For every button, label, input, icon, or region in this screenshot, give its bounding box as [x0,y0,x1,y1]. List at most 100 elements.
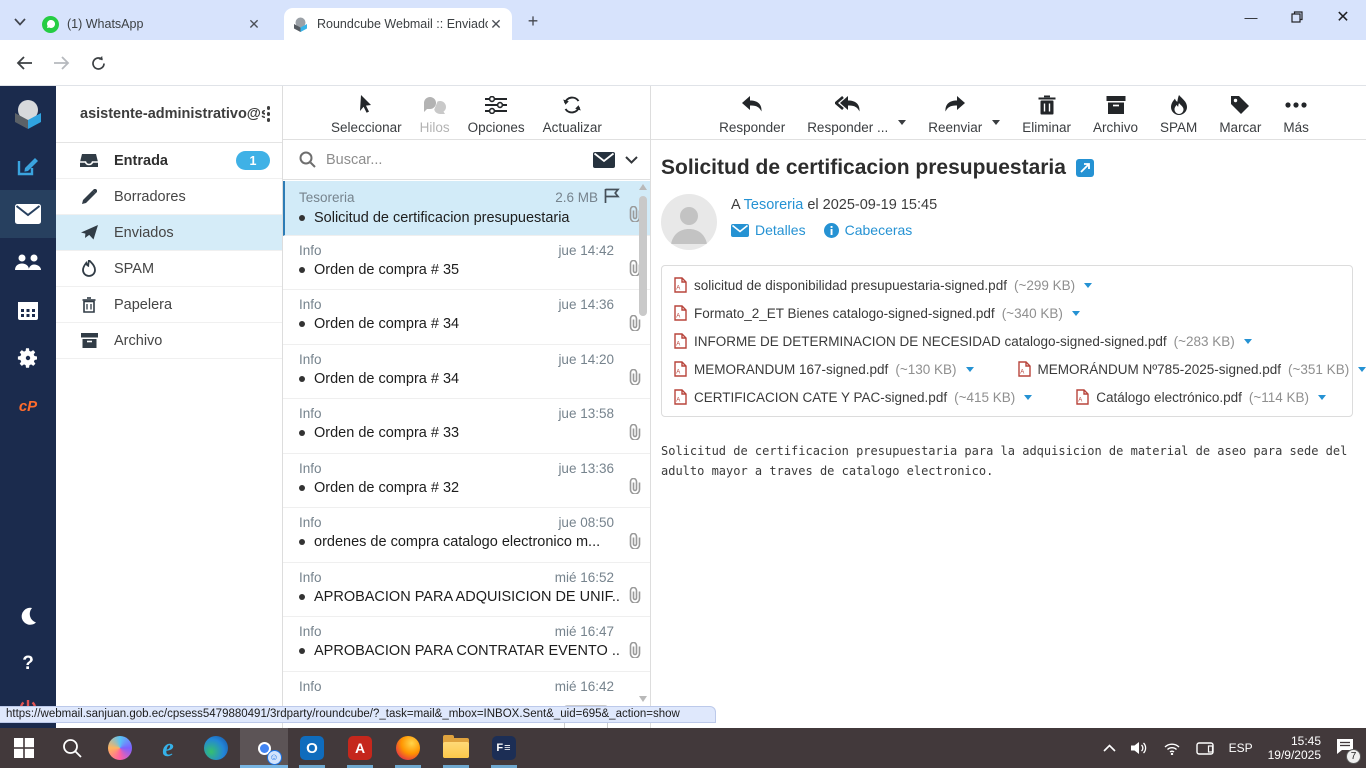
tab-close-icon[interactable]: ✕ [246,16,262,32]
attachment-menu-icon[interactable] [1243,338,1252,344]
attachment-item[interactable]: A Catálogo electrónico.pdf (~114 KB) [1076,389,1327,405]
list-item[interactable]: Tesoreria 2.6 MB Solicitud de certificaci… [283,181,650,236]
attachment-menu-icon[interactable] [1071,310,1080,316]
list-item[interactable]: Info jue 14:20 Orden de compra # 34 [283,345,650,399]
list-item[interactable]: Info jue 13:36 Orden de compra # 32 [283,454,650,508]
folder-enviados[interactable]: Enviados [56,215,282,251]
taskbar-outlook[interactable]: O [288,728,336,768]
archive-button[interactable]: Archivo [1093,92,1138,135]
attachment-item[interactable]: A INFORME DE DETERMINACION DE NECESIDAD c… [674,333,1252,349]
mark-button[interactable]: Marcar [1219,92,1261,135]
scroll-down-icon[interactable] [639,696,647,702]
folder-archivo[interactable]: Archivo [56,323,282,359]
reply-all-button[interactable]: Responder ... [807,92,888,135]
reply-all-dropdown-icon[interactable] [898,120,907,125]
refresh-button[interactable]: Actualizar [543,92,602,135]
recipient-link[interactable]: Tesoreria [744,197,804,213]
message-meta: 2.6 MB [555,189,598,205]
volume-icon[interactable] [1130,741,1148,755]
open-in-new-window-icon[interactable] [1075,159,1094,177]
window-minimize-button[interactable]: — [1228,0,1274,34]
taskbar-clock[interactable]: 15:45 19/9/2025 [1268,734,1321,762]
list-scrollbar[interactable] [637,182,649,704]
attachment-item[interactable]: A MEMORÁNDUM Nº785-2025-signed.pdf (~351 K… [1017,361,1366,377]
reply-button[interactable]: Responder [719,92,785,135]
list-item[interactable]: Info jue 14:42 Orden de compra # 35 [283,236,650,290]
threads-button[interactable]: Hilos [420,92,450,135]
forward-dropdown-icon[interactable] [992,120,1001,125]
taskbar-edge[interactable] [192,728,240,768]
taskbar-fs-app[interactable]: F≡ [480,728,528,768]
folder-papelera[interactable]: Papelera [56,287,282,323]
cpanel-button[interactable]: cP [0,382,56,430]
dark-mode-button[interactable] [0,592,56,640]
roundcube-logo[interactable] [0,86,56,142]
attachment-item[interactable]: A CERTIFICACION CATE Y PAC-signed.pdf (~41… [674,389,1033,405]
tray-expand-icon[interactable] [1103,744,1116,752]
tab-close-icon[interactable]: ✕ [488,16,504,32]
list-item[interactable]: Info jue 13:58 Orden de compra # 33 [283,399,650,454]
folder-menu-icon[interactable] [265,104,273,124]
delete-button[interactable]: Eliminar [1022,92,1071,135]
taskbar-search-button[interactable] [48,728,96,768]
forward-button[interactable]: Reenviar [928,92,982,135]
list-item[interactable]: Info mié 16:47 APROBACION PARA CONTRATAR … [283,617,650,672]
flag-icon[interactable] [604,188,620,206]
attachment-menu-icon[interactable] [965,366,974,372]
wifi-icon[interactable] [1163,742,1181,755]
compose-button[interactable] [0,142,56,190]
settings-nav-button[interactable] [0,334,56,382]
new-tab-button[interactable]: + [522,10,544,32]
window-close-button[interactable]: ✕ [1320,0,1366,34]
more-button[interactable]: Más [1283,92,1309,135]
start-button[interactable] [0,728,48,768]
search-options-chevron-icon[interactable] [625,155,638,164]
options-button[interactable]: Opciones [468,92,525,135]
delete-label: Eliminar [1022,120,1072,135]
list-item[interactable]: Info mié 16:42 [283,672,650,707]
attachment-item[interactable]: A MEMORANDUM 167-signed.pdf (~130 KB) [674,361,974,377]
tab-roundcube[interactable]: Roundcube Webmail :: Enviado ✕ [284,8,512,40]
headers-toggle[interactable]: Cabeceras [823,222,912,238]
attachment-menu-icon[interactable] [1084,282,1093,288]
search-scope-mail-icon[interactable] [593,151,615,168]
calendar-nav-button[interactable] [0,286,56,334]
folder-spam[interactable]: SPAM [56,251,282,287]
tab-title: Roundcube Webmail :: Enviado [317,17,488,31]
help-button[interactable]: ? [0,640,56,688]
back-button[interactable] [12,51,36,75]
select-button[interactable]: Seleccionar [331,92,402,135]
taskbar-file-explorer[interactable] [432,728,480,768]
attachment-menu-icon[interactable] [1024,394,1033,400]
window-restore-button[interactable] [1274,0,1320,34]
tab-whatsapp[interactable]: (1) WhatsApp ✕ [34,8,270,40]
taskbar-copilot[interactable] [96,728,144,768]
language-indicator[interactable]: ESP [1229,741,1253,755]
attachment-menu-icon[interactable] [1358,366,1366,372]
spam-button[interactable]: SPAM [1160,92,1197,135]
folder-borradores[interactable]: Borradores [56,179,282,215]
search-input[interactable] [326,151,583,168]
attachment-item[interactable]: Asolicitud de disponibilidad presupuesta… [674,277,1093,293]
notification-center-button[interactable]: 7 [1336,738,1361,764]
attachment-item[interactable]: A Formato_2_ET Bienes catalogo-signed-sig… [674,305,1080,321]
scroll-up-icon[interactable] [639,184,647,190]
contacts-nav-button[interactable] [0,238,56,286]
taskbar-firefox[interactable] [384,728,432,768]
taskbar-chrome[interactable]: ☺ [240,728,288,768]
list-item[interactable]: Info jue 08:50 ordenes de compra catalogo… [283,508,650,563]
list-item[interactable]: Info mié 16:52 APROBACION PARA ADQUISICIO… [283,563,650,617]
display-cast-icon[interactable] [1195,741,1214,755]
reload-button[interactable] [86,51,110,75]
attachment-menu-icon[interactable] [1318,394,1327,400]
scrollbar-thumb[interactable] [639,196,647,316]
archive-icon [80,332,98,350]
forward-button[interactable] [50,51,74,75]
details-toggle[interactable]: Detalles [731,222,806,238]
taskbar-acrobat[interactable]: A [336,728,384,768]
folder-entrada[interactable]: Entrada 1 [56,143,282,179]
taskbar-internet-explorer[interactable]: e [144,728,192,768]
mail-nav-button[interactable] [0,190,56,238]
tab-search-button[interactable] [10,12,30,32]
list-item[interactable]: Info jue 14:36 Orden de compra # 34 [283,290,650,345]
